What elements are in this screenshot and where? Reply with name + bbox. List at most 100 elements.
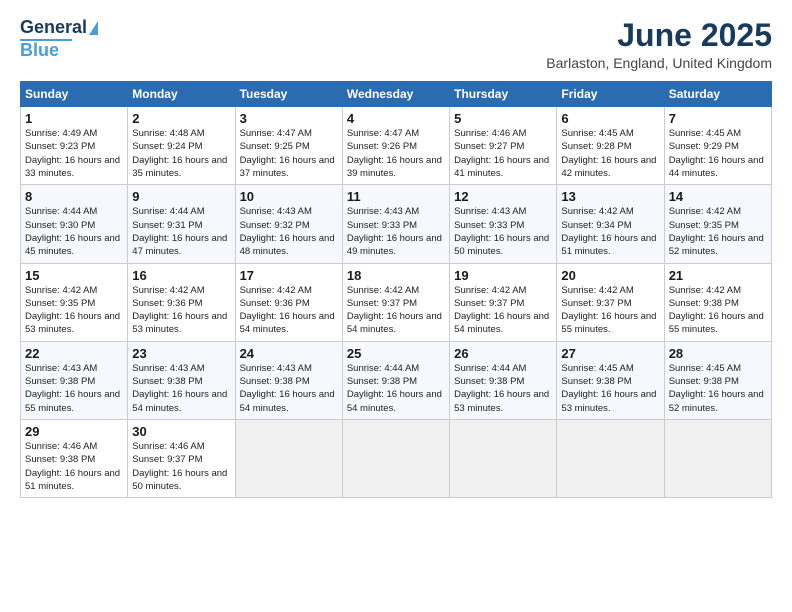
day-number: 16 [132, 268, 230, 283]
day-number: 28 [669, 346, 767, 361]
col-header-saturday: Saturday [664, 82, 771, 107]
day-info: Sunrise: 4:42 AMSunset: 9:37 PMDaylight:… [347, 285, 442, 336]
day-cell: 15 Sunrise: 4:42 AMSunset: 9:35 PMDaylig… [21, 263, 128, 341]
day-cell: 19 Sunrise: 4:42 AMSunset: 9:37 PMDaylig… [450, 263, 557, 341]
day-number: 24 [240, 346, 338, 361]
day-number: 20 [561, 268, 659, 283]
day-number: 26 [454, 346, 552, 361]
day-info: Sunrise: 4:42 AMSunset: 9:35 PMDaylight:… [669, 206, 764, 257]
day-number: 15 [25, 268, 123, 283]
day-cell: 30 Sunrise: 4:46 AMSunset: 9:37 PMDaylig… [128, 419, 235, 497]
location: Barlaston, England, United Kingdom [546, 55, 772, 71]
day-number: 12 [454, 189, 552, 204]
day-info: Sunrise: 4:45 AMSunset: 9:28 PMDaylight:… [561, 128, 656, 179]
day-info: Sunrise: 4:42 AMSunset: 9:36 PMDaylight:… [240, 285, 335, 336]
day-cell: 28 Sunrise: 4:45 AMSunset: 9:38 PMDaylig… [664, 341, 771, 419]
day-cell: 29 Sunrise: 4:46 AMSunset: 9:38 PMDaylig… [21, 419, 128, 497]
day-number: 1 [25, 111, 123, 126]
day-cell: 10 Sunrise: 4:43 AMSunset: 9:32 PMDaylig… [235, 185, 342, 263]
day-cell: 25 Sunrise: 4:44 AMSunset: 9:38 PMDaylig… [342, 341, 449, 419]
day-cell: 9 Sunrise: 4:44 AMSunset: 9:31 PMDayligh… [128, 185, 235, 263]
day-number: 4 [347, 111, 445, 126]
day-info: Sunrise: 4:48 AMSunset: 9:24 PMDaylight:… [132, 128, 227, 179]
day-number: 7 [669, 111, 767, 126]
day-cell: 3 Sunrise: 4:47 AMSunset: 9:25 PMDayligh… [235, 107, 342, 185]
col-header-wednesday: Wednesday [342, 82, 449, 107]
day-number: 21 [669, 268, 767, 283]
day-cell: 8 Sunrise: 4:44 AMSunset: 9:30 PMDayligh… [21, 185, 128, 263]
day-info: Sunrise: 4:46 AMSunset: 9:27 PMDaylight:… [454, 128, 549, 179]
day-cell: 23 Sunrise: 4:43 AMSunset: 9:38 PMDaylig… [128, 341, 235, 419]
day-info: Sunrise: 4:43 AMSunset: 9:33 PMDaylight:… [454, 206, 549, 257]
logo-triangle-icon [89, 21, 98, 35]
day-cell: 1 Sunrise: 4:49 AMSunset: 9:23 PMDayligh… [21, 107, 128, 185]
day-cell [235, 419, 342, 497]
day-cell: 27 Sunrise: 4:45 AMSunset: 9:38 PMDaylig… [557, 341, 664, 419]
day-info: Sunrise: 4:42 AMSunset: 9:38 PMDaylight:… [669, 285, 764, 336]
day-number: 17 [240, 268, 338, 283]
day-cell: 26 Sunrise: 4:44 AMSunset: 9:38 PMDaylig… [450, 341, 557, 419]
day-info: Sunrise: 4:43 AMSunset: 9:38 PMDaylight:… [25, 363, 120, 414]
day-cell: 14 Sunrise: 4:42 AMSunset: 9:35 PMDaylig… [664, 185, 771, 263]
day-cell: 5 Sunrise: 4:46 AMSunset: 9:27 PMDayligh… [450, 107, 557, 185]
month-title: June 2025 [546, 18, 772, 53]
week-row-3: 15 Sunrise: 4:42 AMSunset: 9:35 PMDaylig… [21, 263, 772, 341]
day-info: Sunrise: 4:47 AMSunset: 9:25 PMDaylight:… [240, 128, 335, 179]
day-cell: 18 Sunrise: 4:42 AMSunset: 9:37 PMDaylig… [342, 263, 449, 341]
day-number: 25 [347, 346, 445, 361]
day-info: Sunrise: 4:44 AMSunset: 9:38 PMDaylight:… [347, 363, 442, 414]
day-number: 5 [454, 111, 552, 126]
day-info: Sunrise: 4:46 AMSunset: 9:37 PMDaylight:… [132, 441, 227, 492]
day-cell: 24 Sunrise: 4:43 AMSunset: 9:38 PMDaylig… [235, 341, 342, 419]
day-info: Sunrise: 4:43 AMSunset: 9:38 PMDaylight:… [240, 363, 335, 414]
day-info: Sunrise: 4:43 AMSunset: 9:38 PMDaylight:… [132, 363, 227, 414]
day-info: Sunrise: 4:42 AMSunset: 9:37 PMDaylight:… [561, 285, 656, 336]
header: General Blue June 2025 Barlaston, Englan… [20, 18, 772, 71]
day-cell: 21 Sunrise: 4:42 AMSunset: 9:38 PMDaylig… [664, 263, 771, 341]
day-number: 19 [454, 268, 552, 283]
day-info: Sunrise: 4:44 AMSunset: 9:38 PMDaylight:… [454, 363, 549, 414]
day-info: Sunrise: 4:43 AMSunset: 9:32 PMDaylight:… [240, 206, 335, 257]
logo: General Blue [20, 18, 98, 61]
day-number: 13 [561, 189, 659, 204]
day-cell: 7 Sunrise: 4:45 AMSunset: 9:29 PMDayligh… [664, 107, 771, 185]
day-cell: 2 Sunrise: 4:48 AMSunset: 9:24 PMDayligh… [128, 107, 235, 185]
day-info: Sunrise: 4:45 AMSunset: 9:29 PMDaylight:… [669, 128, 764, 179]
day-cell: 6 Sunrise: 4:45 AMSunset: 9:28 PMDayligh… [557, 107, 664, 185]
col-header-thursday: Thursday [450, 82, 557, 107]
day-number: 23 [132, 346, 230, 361]
calendar-table: SundayMondayTuesdayWednesdayThursdayFrid… [20, 81, 772, 498]
day-number: 29 [25, 424, 123, 439]
day-number: 10 [240, 189, 338, 204]
week-row-4: 22 Sunrise: 4:43 AMSunset: 9:38 PMDaylig… [21, 341, 772, 419]
day-number: 8 [25, 189, 123, 204]
page: General Blue June 2025 Barlaston, Englan… [0, 0, 792, 612]
day-info: Sunrise: 4:47 AMSunset: 9:26 PMDaylight:… [347, 128, 442, 179]
day-number: 30 [132, 424, 230, 439]
day-cell: 17 Sunrise: 4:42 AMSunset: 9:36 PMDaylig… [235, 263, 342, 341]
day-info: Sunrise: 4:42 AMSunset: 9:35 PMDaylight:… [25, 285, 120, 336]
day-cell [557, 419, 664, 497]
day-info: Sunrise: 4:46 AMSunset: 9:38 PMDaylight:… [25, 441, 120, 492]
week-row-1: 1 Sunrise: 4:49 AMSunset: 9:23 PMDayligh… [21, 107, 772, 185]
day-cell [664, 419, 771, 497]
col-header-sunday: Sunday [21, 82, 128, 107]
day-cell: 22 Sunrise: 4:43 AMSunset: 9:38 PMDaylig… [21, 341, 128, 419]
day-cell [450, 419, 557, 497]
col-header-tuesday: Tuesday [235, 82, 342, 107]
day-number: 2 [132, 111, 230, 126]
week-row-2: 8 Sunrise: 4:44 AMSunset: 9:30 PMDayligh… [21, 185, 772, 263]
week-row-5: 29 Sunrise: 4:46 AMSunset: 9:38 PMDaylig… [21, 419, 772, 497]
day-cell [342, 419, 449, 497]
day-number: 18 [347, 268, 445, 283]
day-number: 6 [561, 111, 659, 126]
day-cell: 20 Sunrise: 4:42 AMSunset: 9:37 PMDaylig… [557, 263, 664, 341]
day-cell: 11 Sunrise: 4:43 AMSunset: 9:33 PMDaylig… [342, 185, 449, 263]
day-number: 22 [25, 346, 123, 361]
logo-general: General [20, 18, 87, 38]
day-number: 3 [240, 111, 338, 126]
day-info: Sunrise: 4:44 AMSunset: 9:31 PMDaylight:… [132, 206, 227, 257]
day-info: Sunrise: 4:42 AMSunset: 9:36 PMDaylight:… [132, 285, 227, 336]
day-info: Sunrise: 4:44 AMSunset: 9:30 PMDaylight:… [25, 206, 120, 257]
day-number: 14 [669, 189, 767, 204]
